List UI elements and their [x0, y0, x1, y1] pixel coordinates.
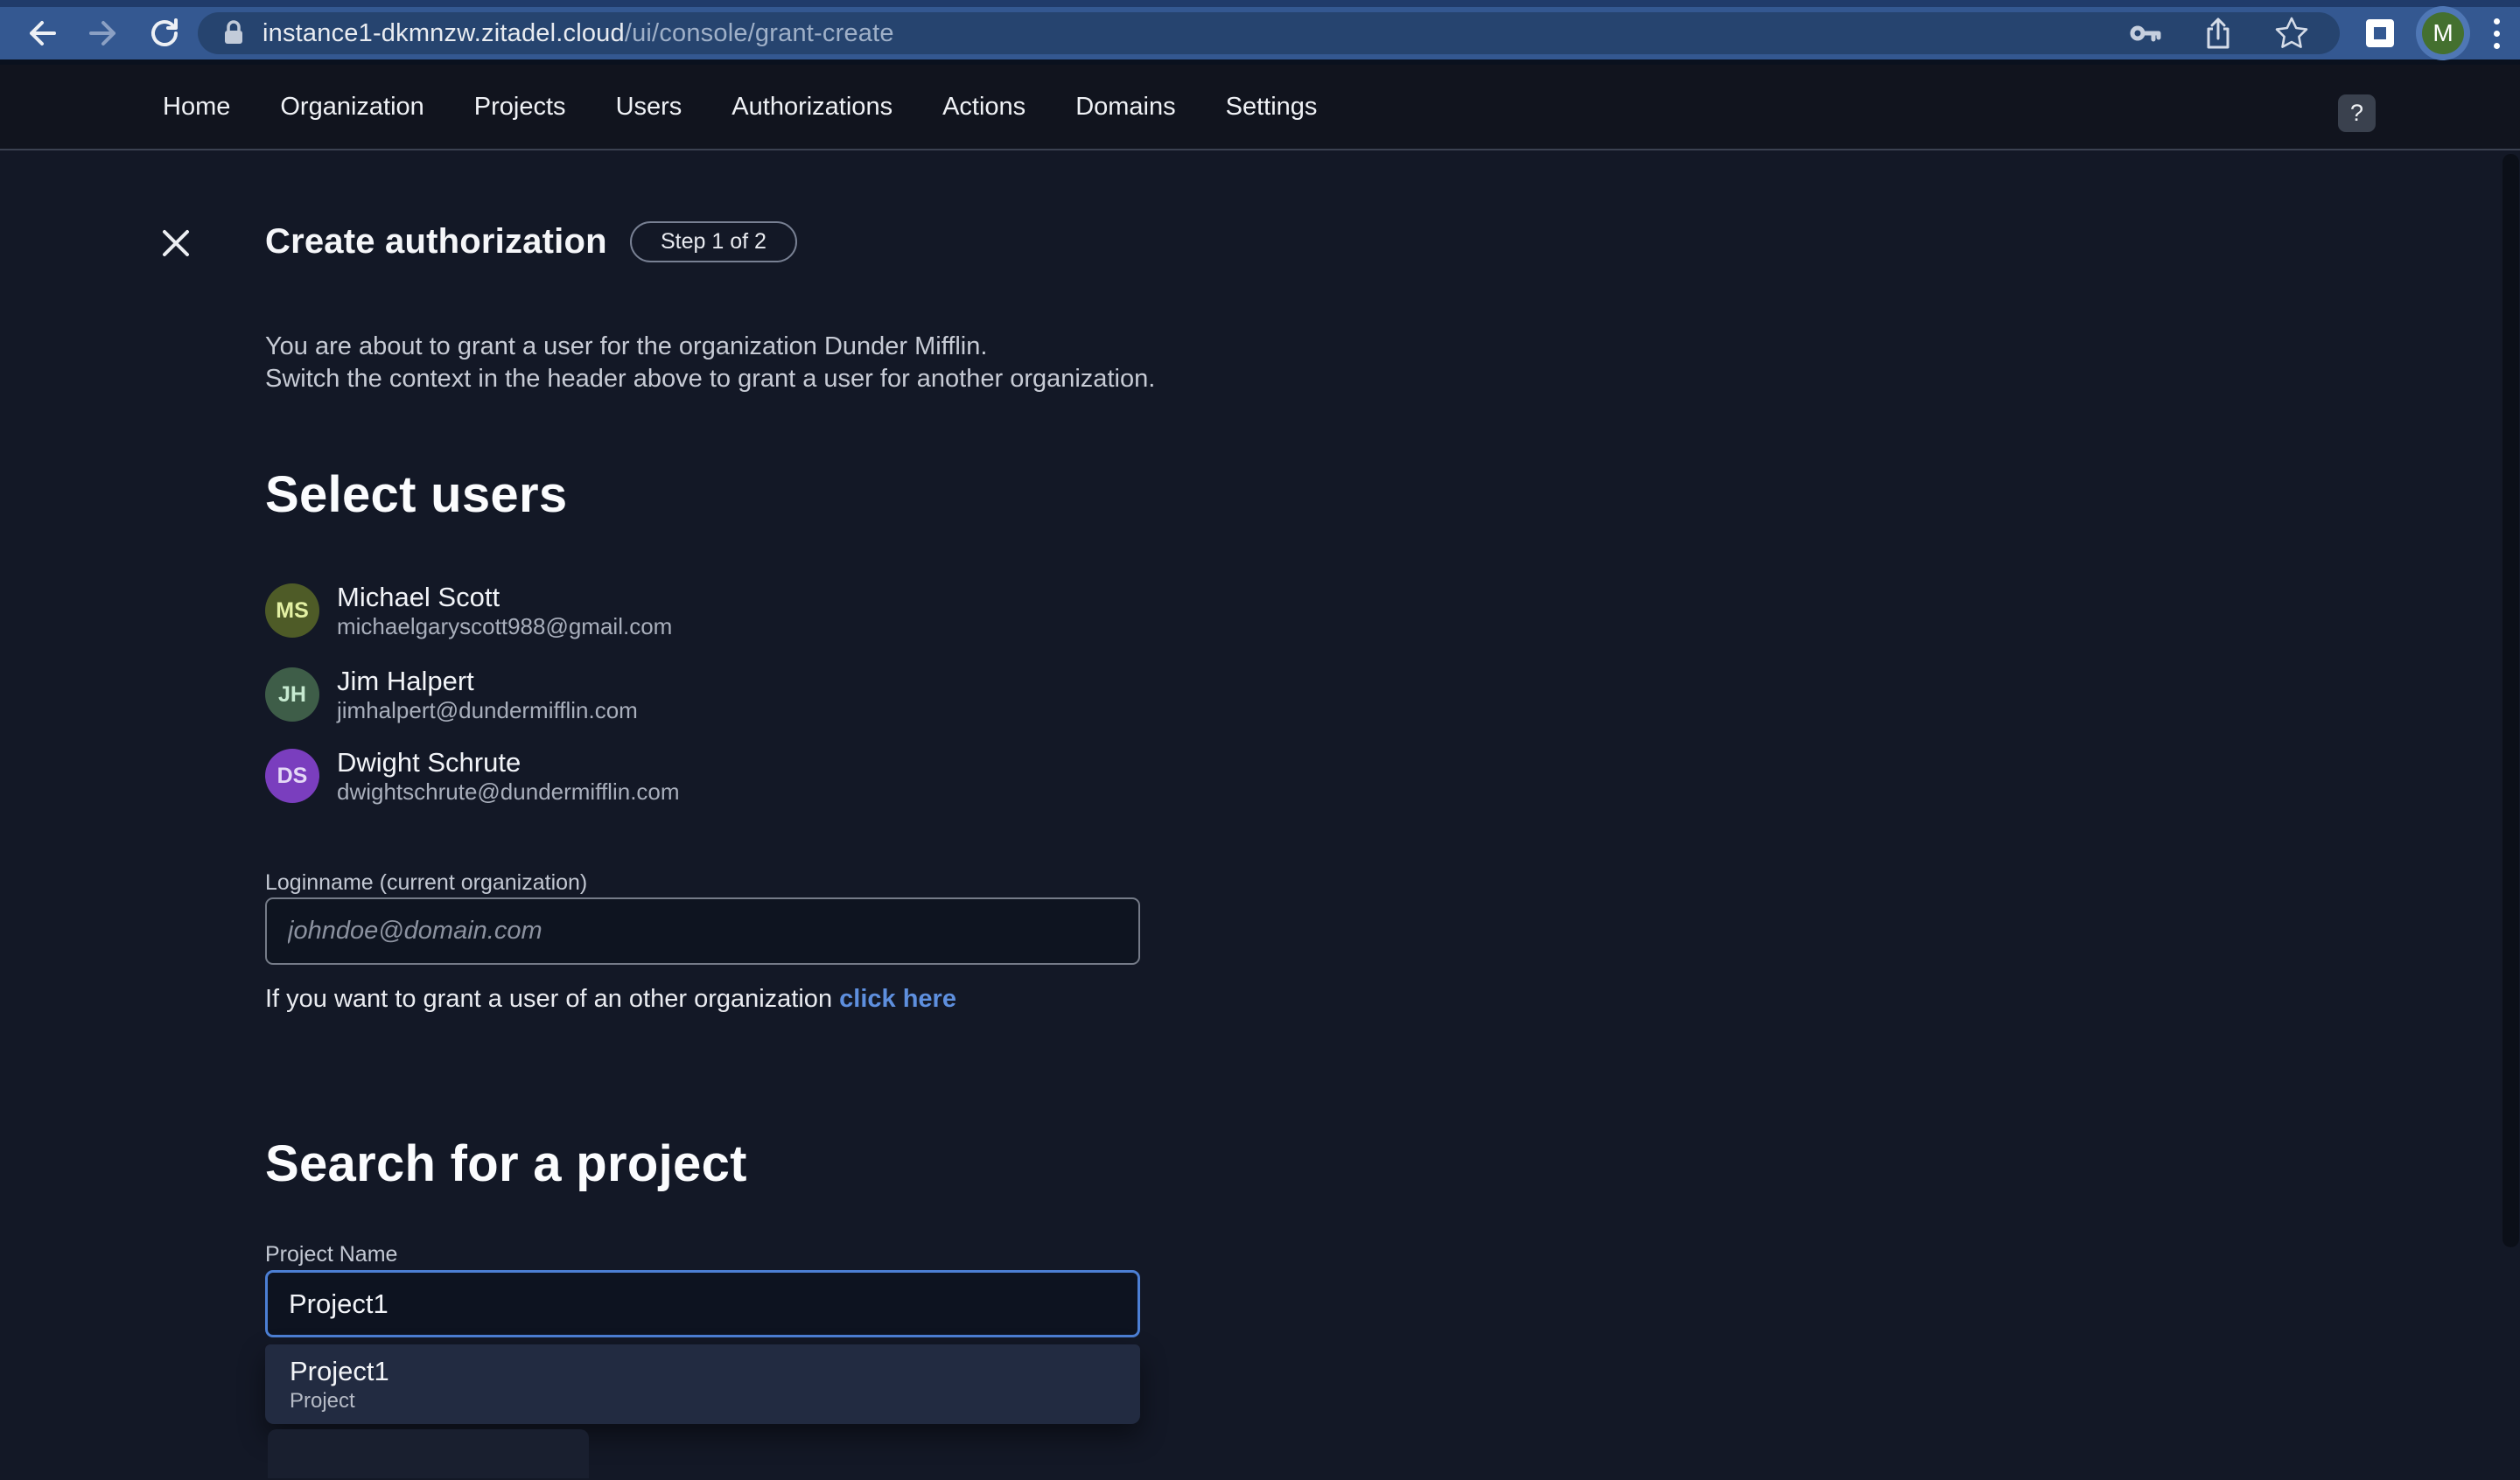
project-name-label: Project Name: [265, 1242, 397, 1267]
loginname-label: Loginname (current organization): [265, 870, 587, 896]
nav-item-users[interactable]: Users: [616, 93, 682, 122]
user-name: Dwight Schrute: [337, 747, 680, 778]
avatar-dwight-schrute: DS: [265, 749, 319, 803]
url-path: /ui/console/grant-create: [625, 19, 894, 47]
select-users-heading: Select users: [265, 465, 567, 524]
click-here-link[interactable]: click here: [839, 985, 956, 1013]
dropdown-option-title: Project1: [290, 1355, 1140, 1388]
nav-item-projects[interactable]: Projects: [474, 93, 566, 122]
continue-button[interactable]: Continue: [268, 1429, 589, 1478]
intro-line2: Switch the context in the header above t…: [265, 365, 1155, 393]
user-email: michaelgaryscott988@gmail.com: [337, 613, 672, 640]
close-icon[interactable]: [158, 226, 193, 261]
user-name: Michael Scott: [337, 582, 672, 613]
back-icon[interactable]: [23, 14, 61, 52]
avatar-jim-halpert: JH: [265, 667, 319, 722]
browser-chrome: instance1-dkmnzw.zitadel.cloud/ui/consol…: [0, 0, 2520, 65]
share-icon[interactable]: [2202, 16, 2235, 51]
intro-text: You are about to grant a user for the or…: [265, 331, 1155, 395]
key-icon[interactable]: [2128, 16, 2163, 51]
project-name-input[interactable]: [265, 1270, 1140, 1337]
step-badge: Step 1 of 2: [630, 221, 797, 262]
reload-icon[interactable]: [145, 14, 184, 52]
forward-icon[interactable]: [84, 14, 122, 52]
kebab-menu-icon[interactable]: [2494, 18, 2500, 49]
avatar-michael-scott: MS: [265, 583, 319, 638]
bookmark-star-icon[interactable]: [2273, 16, 2310, 51]
nav-item-organization[interactable]: Organization: [280, 93, 424, 122]
nav-item-actions[interactable]: Actions: [942, 93, 1026, 122]
window-top-strip: [0, 0, 2520, 7]
intro-line1: You are about to grant a user for the or…: [265, 332, 987, 360]
nav-item-authorizations[interactable]: Authorizations: [732, 93, 892, 122]
other-org-text: If you want to grant a user of an other …: [265, 985, 956, 1014]
address-bar[interactable]: instance1-dkmnzw.zitadel.cloud/ui/consol…: [198, 12, 2340, 54]
nav-item-domains[interactable]: Domains: [1075, 93, 1175, 122]
grant-create-page: Create authorization Step 1 of 2 You are…: [0, 150, 2520, 1478]
help-button[interactable]: ?: [2338, 94, 2376, 132]
user-row-jim-halpert[interactable]: JH Jim Halpert jimhalpert@dundermifflin.…: [265, 666, 1140, 723]
user-row-michael-scott[interactable]: MS Michael Scott michaelgaryscott988@gma…: [265, 582, 1140, 639]
page-title: Create authorization: [265, 222, 607, 262]
dropdown-option-subtitle: Project: [290, 1388, 1140, 1414]
url-text: instance1-dkmnzw.zitadel.cloud/ui/consol…: [262, 19, 894, 48]
project-dropdown-option[interactable]: Project1 Project: [265, 1344, 1140, 1424]
profile-avatar[interactable]: M: [2422, 12, 2464, 54]
user-name: Jim Halpert: [337, 666, 638, 697]
user-email: jimhalpert@dundermifflin.com: [337, 697, 638, 724]
user-email: dwightschrute@dundermifflin.com: [337, 778, 680, 806]
url-domain: instance1-dkmnzw.zitadel.cloud: [262, 19, 625, 47]
loginname-input[interactable]: [265, 897, 1140, 965]
search-project-heading: Search for a project: [265, 1134, 747, 1193]
user-row-dwight-schrute[interactable]: DS Dwight Schrute dwightschrute@dundermi…: [265, 747, 1140, 805]
lock-icon: [220, 18, 247, 48]
scrollbar-thumb[interactable]: [2502, 154, 2519, 1247]
nav-item-home[interactable]: Home: [163, 93, 230, 122]
console-nav: Home Organization Projects Users Authori…: [0, 65, 2520, 150]
side-panel-icon[interactable]: [2366, 19, 2394, 47]
browser-toolbar: instance1-dkmnzw.zitadel.cloud/ui/consol…: [0, 7, 2520, 59]
nav-item-settings[interactable]: Settings: [1226, 93, 1318, 122]
